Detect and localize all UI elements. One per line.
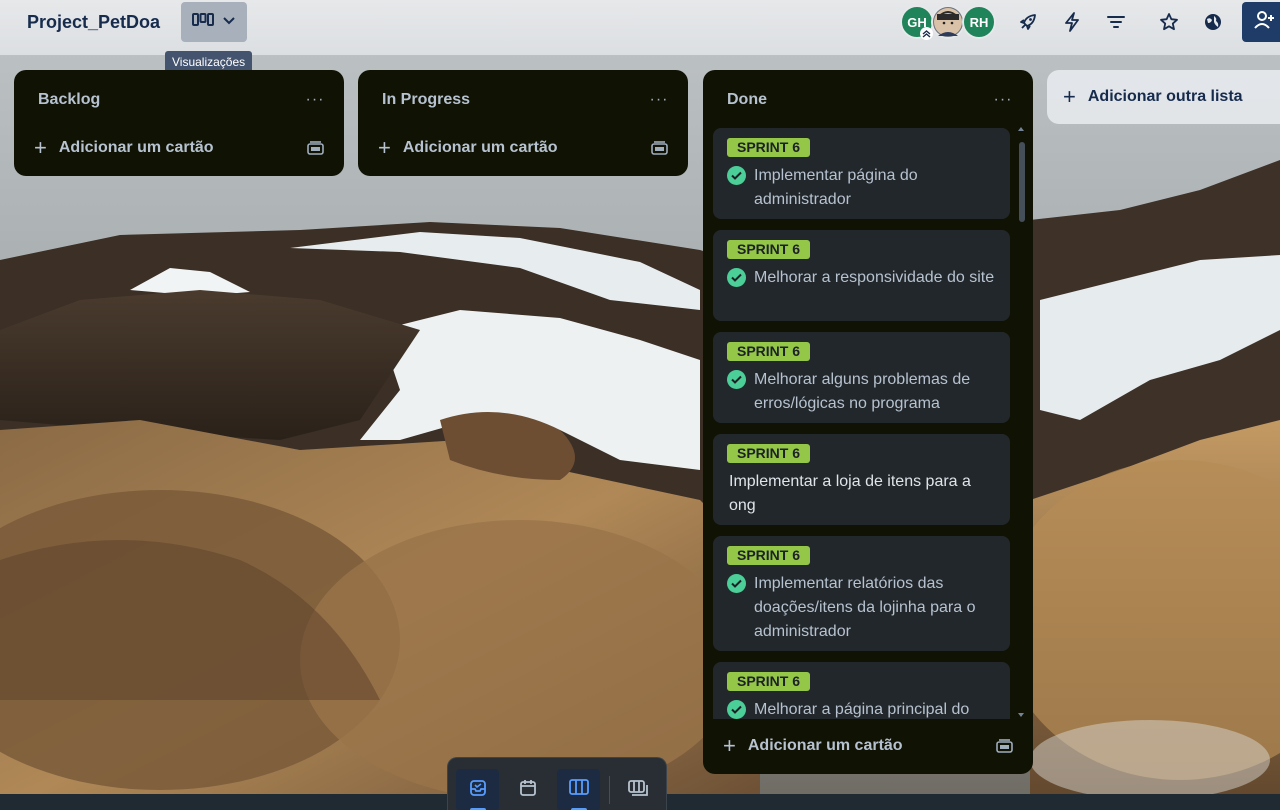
board-view-icon <box>192 12 214 33</box>
visibility-icon[interactable] <box>1199 8 1227 36</box>
card-template-icon[interactable] <box>649 138 669 158</box>
check-complete-icon[interactable] <box>727 370 746 389</box>
card-title: Implementar relatórios das doações/itens… <box>754 575 976 640</box>
check-complete-icon[interactable] <box>727 268 746 287</box>
list-title[interactable]: In Progress <box>382 91 470 109</box>
planner-button[interactable] <box>506 769 549 810</box>
check-complete-icon[interactable] <box>727 574 746 593</box>
board-header: Project_PetDoa GH RH <box>0 0 1280 55</box>
card-label: SPRINT 6 <box>727 342 811 361</box>
share-button[interactable] <box>1242 2 1280 42</box>
list-done: Done ··· SPRINT 6 Implementar página do … <box>703 70 1033 774</box>
add-card-button[interactable]: + Adicionar um cartão <box>723 732 903 760</box>
plus-icon: + <box>34 135 47 160</box>
list-in-progress: In Progress ··· + Adicionar um cartão <box>358 70 688 176</box>
inbox-icon <box>469 780 486 796</box>
chevron-down-icon <box>222 13 236 31</box>
view-switcher <box>447 757 667 810</box>
card[interactable]: SPRINT 6 Implementar a loja de itens par… <box>713 434 1010 525</box>
star-icon[interactable] <box>1155 8 1183 36</box>
card[interactable]: SPRINT 6 Melhorar alguns problemas de er… <box>713 332 1010 423</box>
board-icon <box>568 779 589 795</box>
scrollbar-thumb[interactable] <box>1019 142 1025 222</box>
automation-icon[interactable] <box>1058 8 1086 36</box>
views-button[interactable] <box>181 2 247 42</box>
card-title: Melhorar alguns problemas de erros/lógic… <box>754 371 971 412</box>
check-complete-icon[interactable] <box>727 166 746 185</box>
add-card-button[interactable]: + Adicionar um cartão <box>378 134 558 162</box>
list-scrollbar[interactable] <box>1016 124 1026 720</box>
member-avatar[interactable]: RH <box>962 5 996 39</box>
power-ups-icon[interactable] <box>1014 8 1042 36</box>
planner-icon <box>519 780 536 796</box>
list-menu-button[interactable]: ··· <box>645 86 673 114</box>
plus-icon: + <box>1063 84 1076 109</box>
card-label: SPRINT 6 <box>727 138 811 157</box>
member-avatar-photo[interactable] <box>931 5 965 39</box>
card[interactable]: SPRINT 6 Implementar relatórios das doaç… <box>713 536 1010 651</box>
card-label: SPRINT 6 <box>727 546 811 565</box>
list-backlog: Backlog ··· + Adicionar um cartão <box>14 70 344 176</box>
plus-icon: + <box>378 135 391 160</box>
card-template-icon[interactable] <box>305 138 325 158</box>
card[interactable]: SPRINT 6 Melhorar a responsividade do si… <box>713 230 1010 321</box>
card[interactable]: SPRINT 6 Implementar página do administr… <box>713 128 1010 219</box>
inbox-button[interactable] <box>456 769 499 810</box>
list-menu-button[interactable]: ··· <box>989 86 1017 114</box>
card-label: SPRINT 6 <box>727 672 811 691</box>
switch-boards-button[interactable] <box>616 769 659 810</box>
share-icon <box>1254 10 1276 35</box>
board-button[interactable] <box>557 769 600 810</box>
card-title: Implementar a loja de itens para a ong <box>729 473 971 514</box>
switcher-divider <box>609 776 610 804</box>
list-title[interactable]: Done <box>727 91 767 109</box>
admin-badge-icon <box>920 27 933 40</box>
list-menu-button[interactable]: ··· <box>301 86 329 114</box>
card[interactable]: SPRINT 6 Melhorar a página principal do <box>713 662 1010 719</box>
card-title: Melhorar a página principal do <box>754 701 970 718</box>
add-list-button[interactable]: + Adicionar outra lista <box>1047 70 1280 124</box>
switch-boards-icon <box>627 780 648 796</box>
card-template-icon[interactable] <box>994 736 1014 756</box>
card-label: SPRINT 6 <box>727 240 811 259</box>
filter-icon[interactable] <box>1102 8 1130 36</box>
check-complete-icon[interactable] <box>727 700 746 719</box>
list-title[interactable]: Backlog <box>38 91 100 109</box>
add-card-button[interactable]: + Adicionar um cartão <box>34 134 214 162</box>
card-label: SPRINT 6 <box>727 444 811 463</box>
plus-icon: + <box>723 733 736 758</box>
card-list: SPRINT 6 Implementar página do administr… <box>703 128 1033 719</box>
card-title: Melhorar a responsividade do site <box>754 269 995 286</box>
card-title: Implementar página do administrador <box>754 167 918 208</box>
board-title[interactable]: Project_PetDoa <box>27 12 160 33</box>
person-icon <box>934 8 962 36</box>
